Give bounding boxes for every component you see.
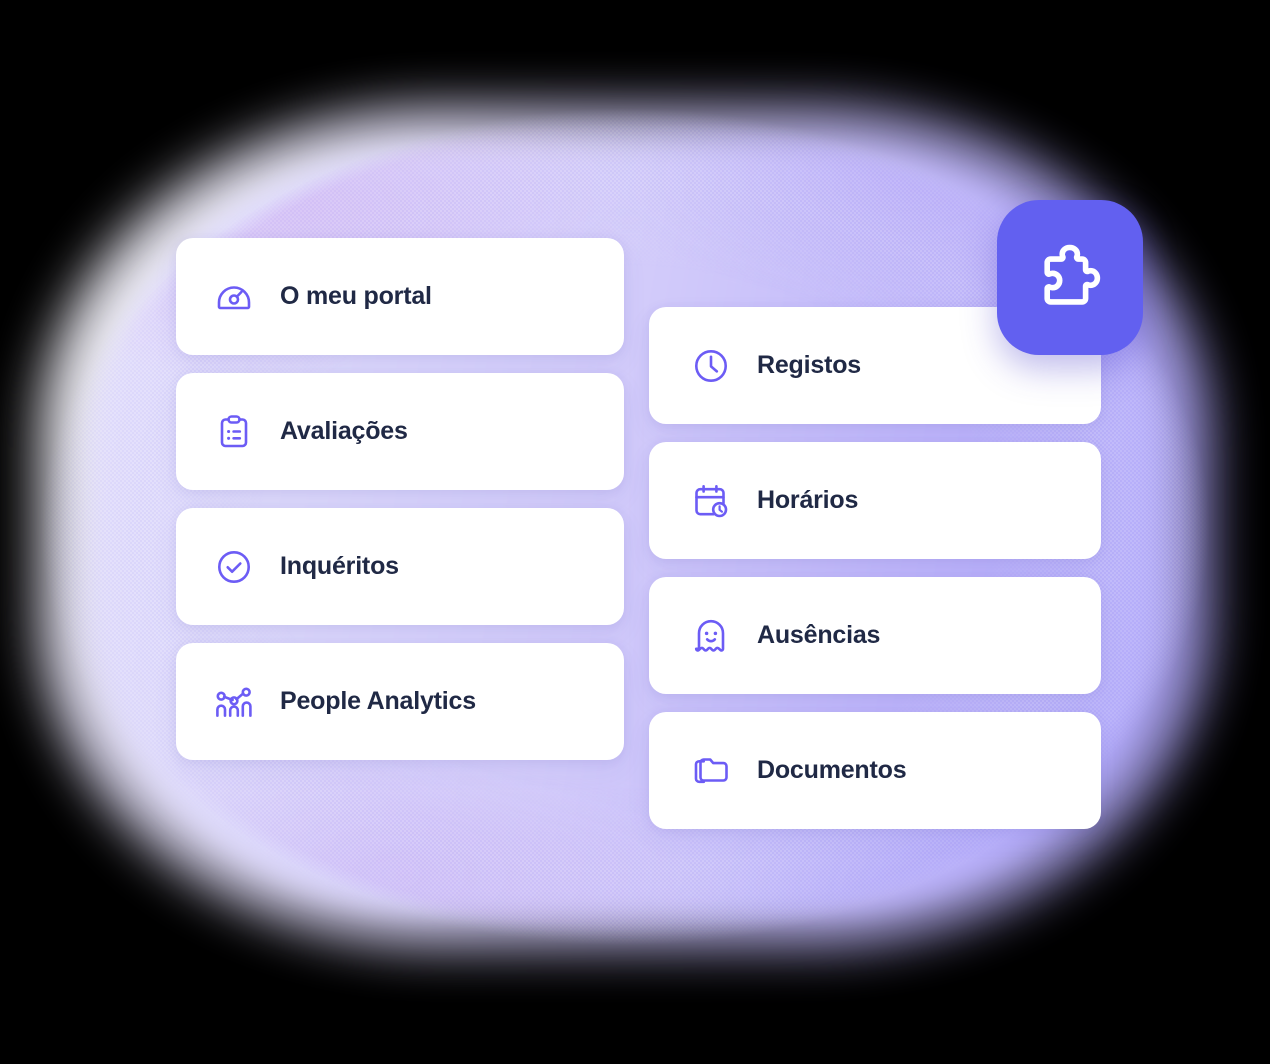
- clipboard-checklist-icon: [210, 408, 258, 456]
- calendar-clock-icon: [687, 477, 735, 525]
- module-label: Documentos: [757, 756, 907, 784]
- integrations-badge[interactable]: [997, 200, 1143, 355]
- check-circle-icon: [210, 543, 258, 591]
- module-label: Ausências: [757, 621, 881, 649]
- module-label: Horários: [757, 486, 859, 514]
- module-card-horarios[interactable]: Horários: [649, 442, 1101, 559]
- module-label: Inquéritos: [280, 552, 399, 580]
- puzzle-piece-icon: [1029, 237, 1111, 319]
- page-root: O meu portal Avaliações Inquéritos Peopl…: [0, 0, 1270, 1064]
- module-card-inqueritos[interactable]: Inquéritos: [176, 508, 624, 625]
- module-card-ausencias[interactable]: Ausências: [649, 577, 1101, 694]
- module-label: O meu portal: [280, 282, 432, 310]
- module-card-avaliacoes[interactable]: Avaliações: [176, 373, 624, 490]
- analytics-chart-icon: [210, 678, 258, 726]
- module-card-documentos[interactable]: Documentos: [649, 712, 1101, 829]
- folders-icon: [687, 747, 735, 795]
- gauge-icon: [210, 273, 258, 321]
- module-card-o-meu-portal[interactable]: O meu portal: [176, 238, 624, 355]
- module-label: Registos: [757, 351, 861, 379]
- module-label: People Analytics: [280, 687, 476, 715]
- module-label: Avaliações: [280, 417, 408, 445]
- module-grid: O meu portal Avaliações Inquéritos Peopl…: [0, 0, 1270, 1064]
- module-card-people-analytics[interactable]: People Analytics: [176, 643, 624, 760]
- ghost-icon: [687, 612, 735, 660]
- clock-icon: [687, 342, 735, 390]
